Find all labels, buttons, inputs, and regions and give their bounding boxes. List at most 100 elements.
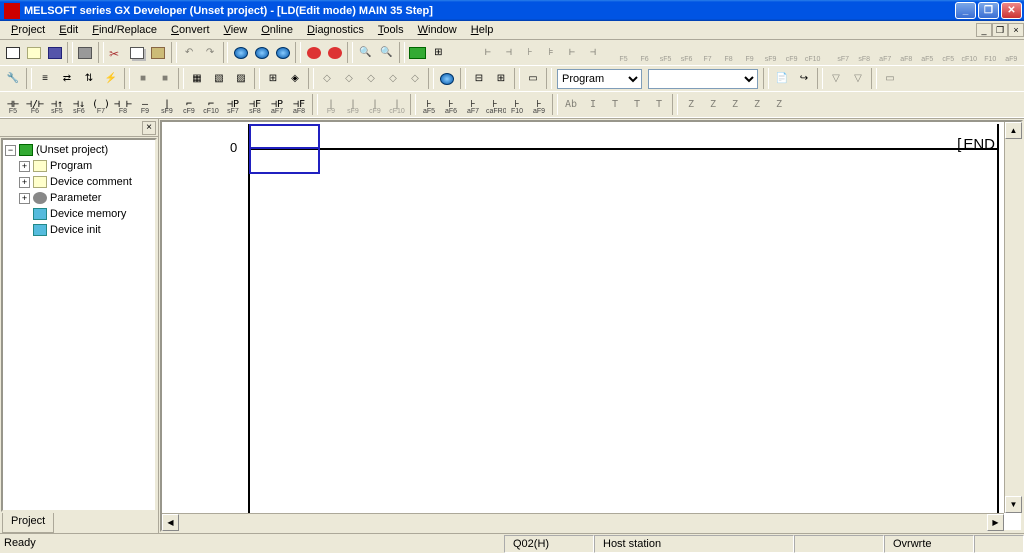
ladder-key-F7[interactable]: ( )F7 <box>90 94 112 115</box>
menu-find-replace[interactable]: Find/Replace <box>85 22 164 38</box>
tool-btn-d[interactable]: ⊞ <box>428 42 449 63</box>
ladder-key-[interactable]: I <box>582 94 604 115</box>
tb2-btn-15[interactable]: ◇ <box>360 68 382 89</box>
tree-item-parameter[interactable]: +Parameter <box>5 190 153 206</box>
mdi-close-button[interactable]: × <box>1008 23 1024 37</box>
tb2-btn-19[interactable]: ⊟ <box>468 68 490 89</box>
scroll-right-button[interactable]: ▶ <box>987 514 1004 531</box>
tb2-btn-3[interactable]: ⇄ <box>56 68 78 89</box>
horizontal-scrollbar[interactable]: ◀ ▶ <box>162 513 1004 530</box>
new-button[interactable] <box>2 42 23 63</box>
tb2-btn-24[interactable]: ▽ <box>825 68 847 89</box>
ladder-key-[interactable]: Z <box>746 94 768 115</box>
ladder-key-aF7[interactable]: ⊣PaF7 <box>266 94 288 115</box>
ladder-key-F5[interactable]: ⊣⊢F5 <box>2 94 24 115</box>
vertical-scrollbar[interactable]: ▲ ▼ <box>1004 122 1021 513</box>
find-button-2[interactable]: 🔍 <box>376 42 397 63</box>
ladder-key-cF9[interactable]: ⌐cF9 <box>178 94 200 115</box>
ladder-key-F9[interactable]: |F9 <box>320 94 342 115</box>
tb2-btn-13[interactable]: ◇ <box>316 68 338 89</box>
tree-item-program[interactable]: +Program <box>5 158 153 174</box>
tree-item-device-init[interactable]: Device init <box>5 222 153 238</box>
tree-tab-project[interactable]: Project <box>2 513 54 533</box>
tb2-btn-2[interactable]: ≡ <box>34 68 56 89</box>
tb2-btn-1[interactable]: 🔧 <box>2 68 24 89</box>
ladder-key-[interactable]: Z <box>680 94 702 115</box>
secondary-select[interactable] <box>648 69 758 89</box>
tb2-btn-9[interactable]: ▧ <box>208 68 230 89</box>
menu-project[interactable]: Project <box>4 22 52 38</box>
tb2-btn-6[interactable]: ■ <box>132 68 154 89</box>
program-select[interactable]: Program <box>557 69 642 89</box>
tb2-btn-4[interactable]: ⇅ <box>78 68 100 89</box>
tb2-btn-8[interactable]: ▦ <box>186 68 208 89</box>
menu-convert[interactable]: Convert <box>164 22 217 38</box>
tb2-btn-18[interactable] <box>436 68 458 89</box>
tree-item-device-memory[interactable]: Device memory <box>5 206 153 222</box>
print-button[interactable] <box>75 42 96 63</box>
ladder-key-F8[interactable]: ⊣ ⊢F8 <box>112 94 134 115</box>
ladder-key-aF5[interactable]: ⊦aF5 <box>418 94 440 115</box>
tb2-btn-26[interactable]: ▭ <box>879 68 901 89</box>
tree-root[interactable]: − (Unset project) <box>5 142 153 158</box>
ladder-key-[interactable]: T <box>626 94 648 115</box>
ladder-key-cF10[interactable]: |cF10 <box>386 94 408 115</box>
tb2-btn-11[interactable]: ⊞ <box>262 68 284 89</box>
ladder-key-sF8[interactable]: ⊣FsF8 <box>244 94 266 115</box>
ladder-key-cF9[interactable]: |cF9 <box>364 94 386 115</box>
ladder-key-sF6[interactable]: ⊣↓sF6 <box>68 94 90 115</box>
ladder-key-F10[interactable]: ⊦F10 <box>506 94 528 115</box>
ladder-key-sF9[interactable]: |sF9 <box>342 94 364 115</box>
find-button-1[interactable]: 🔍 <box>355 42 376 63</box>
ladder-key-aF6[interactable]: ⊦aF6 <box>440 94 462 115</box>
ladder-key-[interactable]: Z <box>702 94 724 115</box>
ladder-key-sF5[interactable]: ⊣↑sF5 <box>46 94 68 115</box>
tb2-btn-17[interactable]: ◇ <box>404 68 426 89</box>
tb2-btn-25[interactable]: ▽ <box>847 68 869 89</box>
menu-online[interactable]: Online <box>254 22 300 38</box>
tool-btn-a[interactable] <box>303 42 324 63</box>
scroll-down-button[interactable]: ▼ <box>1005 496 1022 513</box>
mdi-minimize-button[interactable]: _ <box>976 23 992 37</box>
online-button-3[interactable] <box>272 42 293 63</box>
copy-button[interactable] <box>127 42 148 63</box>
tb2-btn-14[interactable]: ◇ <box>338 68 360 89</box>
ladder-key-[interactable]: T <box>604 94 626 115</box>
minimize-button[interactable]: _ <box>955 2 976 19</box>
cut-button[interactable]: ✂ <box>106 42 127 63</box>
tb2-btn-23[interactable]: ↪ <box>793 68 815 89</box>
ladder-key-[interactable]: Ab <box>560 94 582 115</box>
ladder-key-F9[interactable]: —F9 <box>134 94 156 115</box>
maximize-button[interactable]: ❐ <box>978 2 999 19</box>
menu-diagnostics[interactable]: Diagnostics <box>300 22 371 38</box>
tb2-btn-10[interactable]: ▨ <box>230 68 252 89</box>
menu-help[interactable]: Help <box>464 22 501 38</box>
redo-button[interactable]: ↷ <box>200 42 221 63</box>
scroll-up-button[interactable]: ▲ <box>1005 122 1022 139</box>
open-button[interactable] <box>23 42 44 63</box>
tb2-btn-12[interactable]: ◈ <box>284 68 306 89</box>
tree-close-button[interactable]: × <box>142 121 156 135</box>
menu-window[interactable]: Window <box>411 22 464 38</box>
ladder-key-sF7[interactable]: ⊣PsF7 <box>222 94 244 115</box>
menu-edit[interactable]: Edit <box>52 22 85 38</box>
tb2-btn-7[interactable]: ■ <box>154 68 176 89</box>
paste-button[interactable] <box>148 42 169 63</box>
ladder-key-aF7[interactable]: ⊦aF7 <box>462 94 484 115</box>
ladder-key-caFR0[interactable]: ⊦caFR0 <box>484 94 506 115</box>
ladder-key-aF9[interactable]: ⊦aF9 <box>528 94 550 115</box>
project-tree[interactable]: − (Unset project) +Program+Device commen… <box>1 138 157 512</box>
online-button-2[interactable] <box>251 42 272 63</box>
tb2-btn-20[interactable]: ⊞ <box>490 68 512 89</box>
ladder-cursor[interactable] <box>249 124 320 174</box>
ladder-key-[interactable]: Z <box>724 94 746 115</box>
tree-item-device-comment[interactable]: +Device comment <box>5 174 153 190</box>
ladder-key-sF9[interactable]: |sF9 <box>156 94 178 115</box>
save-button[interactable] <box>44 42 65 63</box>
tool-btn-c[interactable] <box>407 42 428 63</box>
tb2-btn-22[interactable]: 📄 <box>771 68 793 89</box>
ladder-editor[interactable]: 0 END] ▲ ▼ ◀ ▶ <box>160 120 1023 532</box>
tb2-btn-21[interactable]: ▭ <box>522 68 544 89</box>
ladder-key-aF8[interactable]: ⊣FaF8 <box>288 94 310 115</box>
menu-tools[interactable]: Tools <box>371 22 411 38</box>
